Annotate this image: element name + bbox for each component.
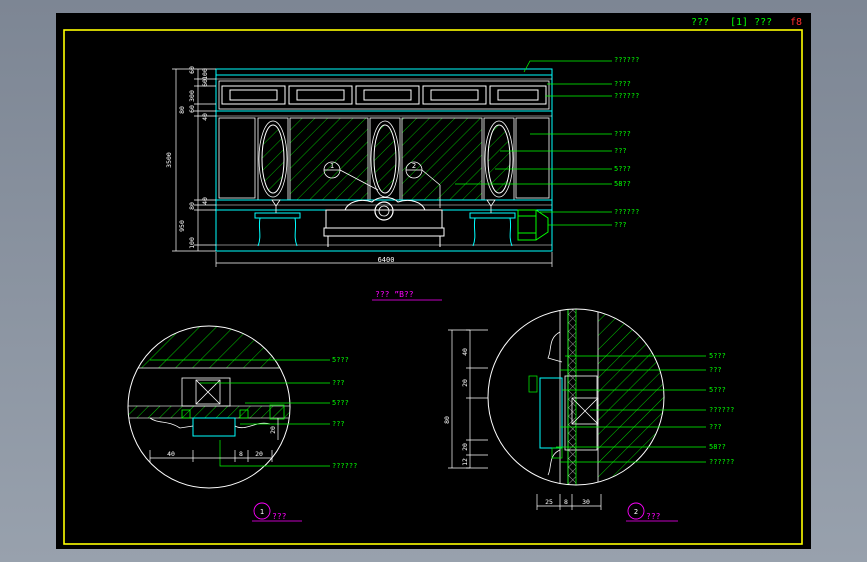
elev-leader-7: ?????? <box>614 208 639 216</box>
elev-leader-8: ??? <box>614 221 627 229</box>
detail2-leader-1: ??? <box>709 366 722 374</box>
detail2-dim-bottom-1: 8 <box>564 498 568 506</box>
detail1-leader-4: ?????? <box>332 462 357 470</box>
elev-callout-1: 1 <box>330 162 334 170</box>
elev-callout-2: 2 <box>412 162 416 170</box>
detail2-dim-left-3: 20 <box>461 443 469 451</box>
detail2-leader-5: 58?? <box>709 443 726 451</box>
elev-dim-left-5: 80 <box>178 106 186 114</box>
titleblock-sheet-no: f8 <box>790 17 802 28</box>
elev-dim-left-7: 3500 <box>165 152 173 168</box>
elev-leader-6: 58?? <box>614 180 631 188</box>
elev-leader-1: ???? <box>614 80 631 88</box>
elev-dim-left-1: 60 <box>201 79 209 87</box>
elev-dim-left-4: 60 <box>188 105 196 113</box>
elev-dim-bottom: 6400 <box>378 256 395 264</box>
detail1-leader-3: ??? <box>332 420 345 428</box>
detail2-leader-0: 5??? <box>709 352 726 360</box>
elev-leader-2: ?????? <box>614 92 639 100</box>
cad-viewport[interactable]: ??? [1] ??? f8 1 2 100 60 60 300 60 80 4… <box>0 0 867 562</box>
detail2-dim-bottom-0: 25 <box>545 498 553 506</box>
detail1-dim-1: 8 <box>239 450 243 458</box>
elev-dim-left-0: 100 <box>201 68 209 80</box>
titleblock-label-a: ??? <box>691 17 709 28</box>
detail2-dim-left-4: 12 <box>461 458 469 466</box>
elev-dim-left-2: 60 <box>188 66 196 74</box>
detail2-leader-3: ?????? <box>709 406 734 414</box>
detail2-label-num: 2 <box>634 508 638 516</box>
elev-dim-left-11: 950 <box>178 220 186 232</box>
elev-leader-0: ?????? <box>614 56 639 64</box>
detail1-leader-2: 5??? <box>332 399 349 407</box>
elev-leader-5: 5??? <box>614 165 631 173</box>
elev-dim-left-6: 40 <box>201 113 209 121</box>
elev-dim-left-3: 300 <box>188 90 196 102</box>
detail1-leader-1: ??? <box>332 379 345 387</box>
elev-leader-3: ???? <box>614 130 631 138</box>
elevation-title: ??? ”B?? <box>375 290 414 299</box>
detail2-leader-4: ??? <box>709 423 722 431</box>
detail1-dim-side: 20 <box>269 426 277 434</box>
titleblock-label-b: [1] ??? <box>730 17 772 28</box>
detail2-dim-left-0: 40 <box>461 348 469 356</box>
detail1-dim-2: 20 <box>255 450 263 458</box>
detail2-dim-left-2: 80 <box>443 416 451 424</box>
detail2-leader-6: ?????? <box>709 458 734 466</box>
elev-dim-left-8: 40 <box>201 197 209 205</box>
detail2-dim-bottom-2: 30 <box>582 498 590 506</box>
elev-dim-left-10: 100 <box>188 237 196 249</box>
detail1-dim-0: 40 <box>167 450 175 458</box>
elev-dim-left-9: 80 <box>188 202 196 210</box>
elev-leader-4: ??? <box>614 147 627 155</box>
detail2-dim-left-1: 20 <box>461 379 469 387</box>
detail2-leader-2: 5??? <box>709 386 726 394</box>
detail1-label-text: ??? <box>272 512 287 521</box>
detail2-label-text: ??? <box>646 512 661 521</box>
detail1-label-num: 1 <box>260 508 264 516</box>
drawing-canvas[interactable]: ??? [1] ??? f8 1 2 100 60 60 300 60 80 4… <box>0 0 867 562</box>
detail1-leader-0: 5??? <box>332 356 349 364</box>
drawing-sheet <box>56 13 811 549</box>
